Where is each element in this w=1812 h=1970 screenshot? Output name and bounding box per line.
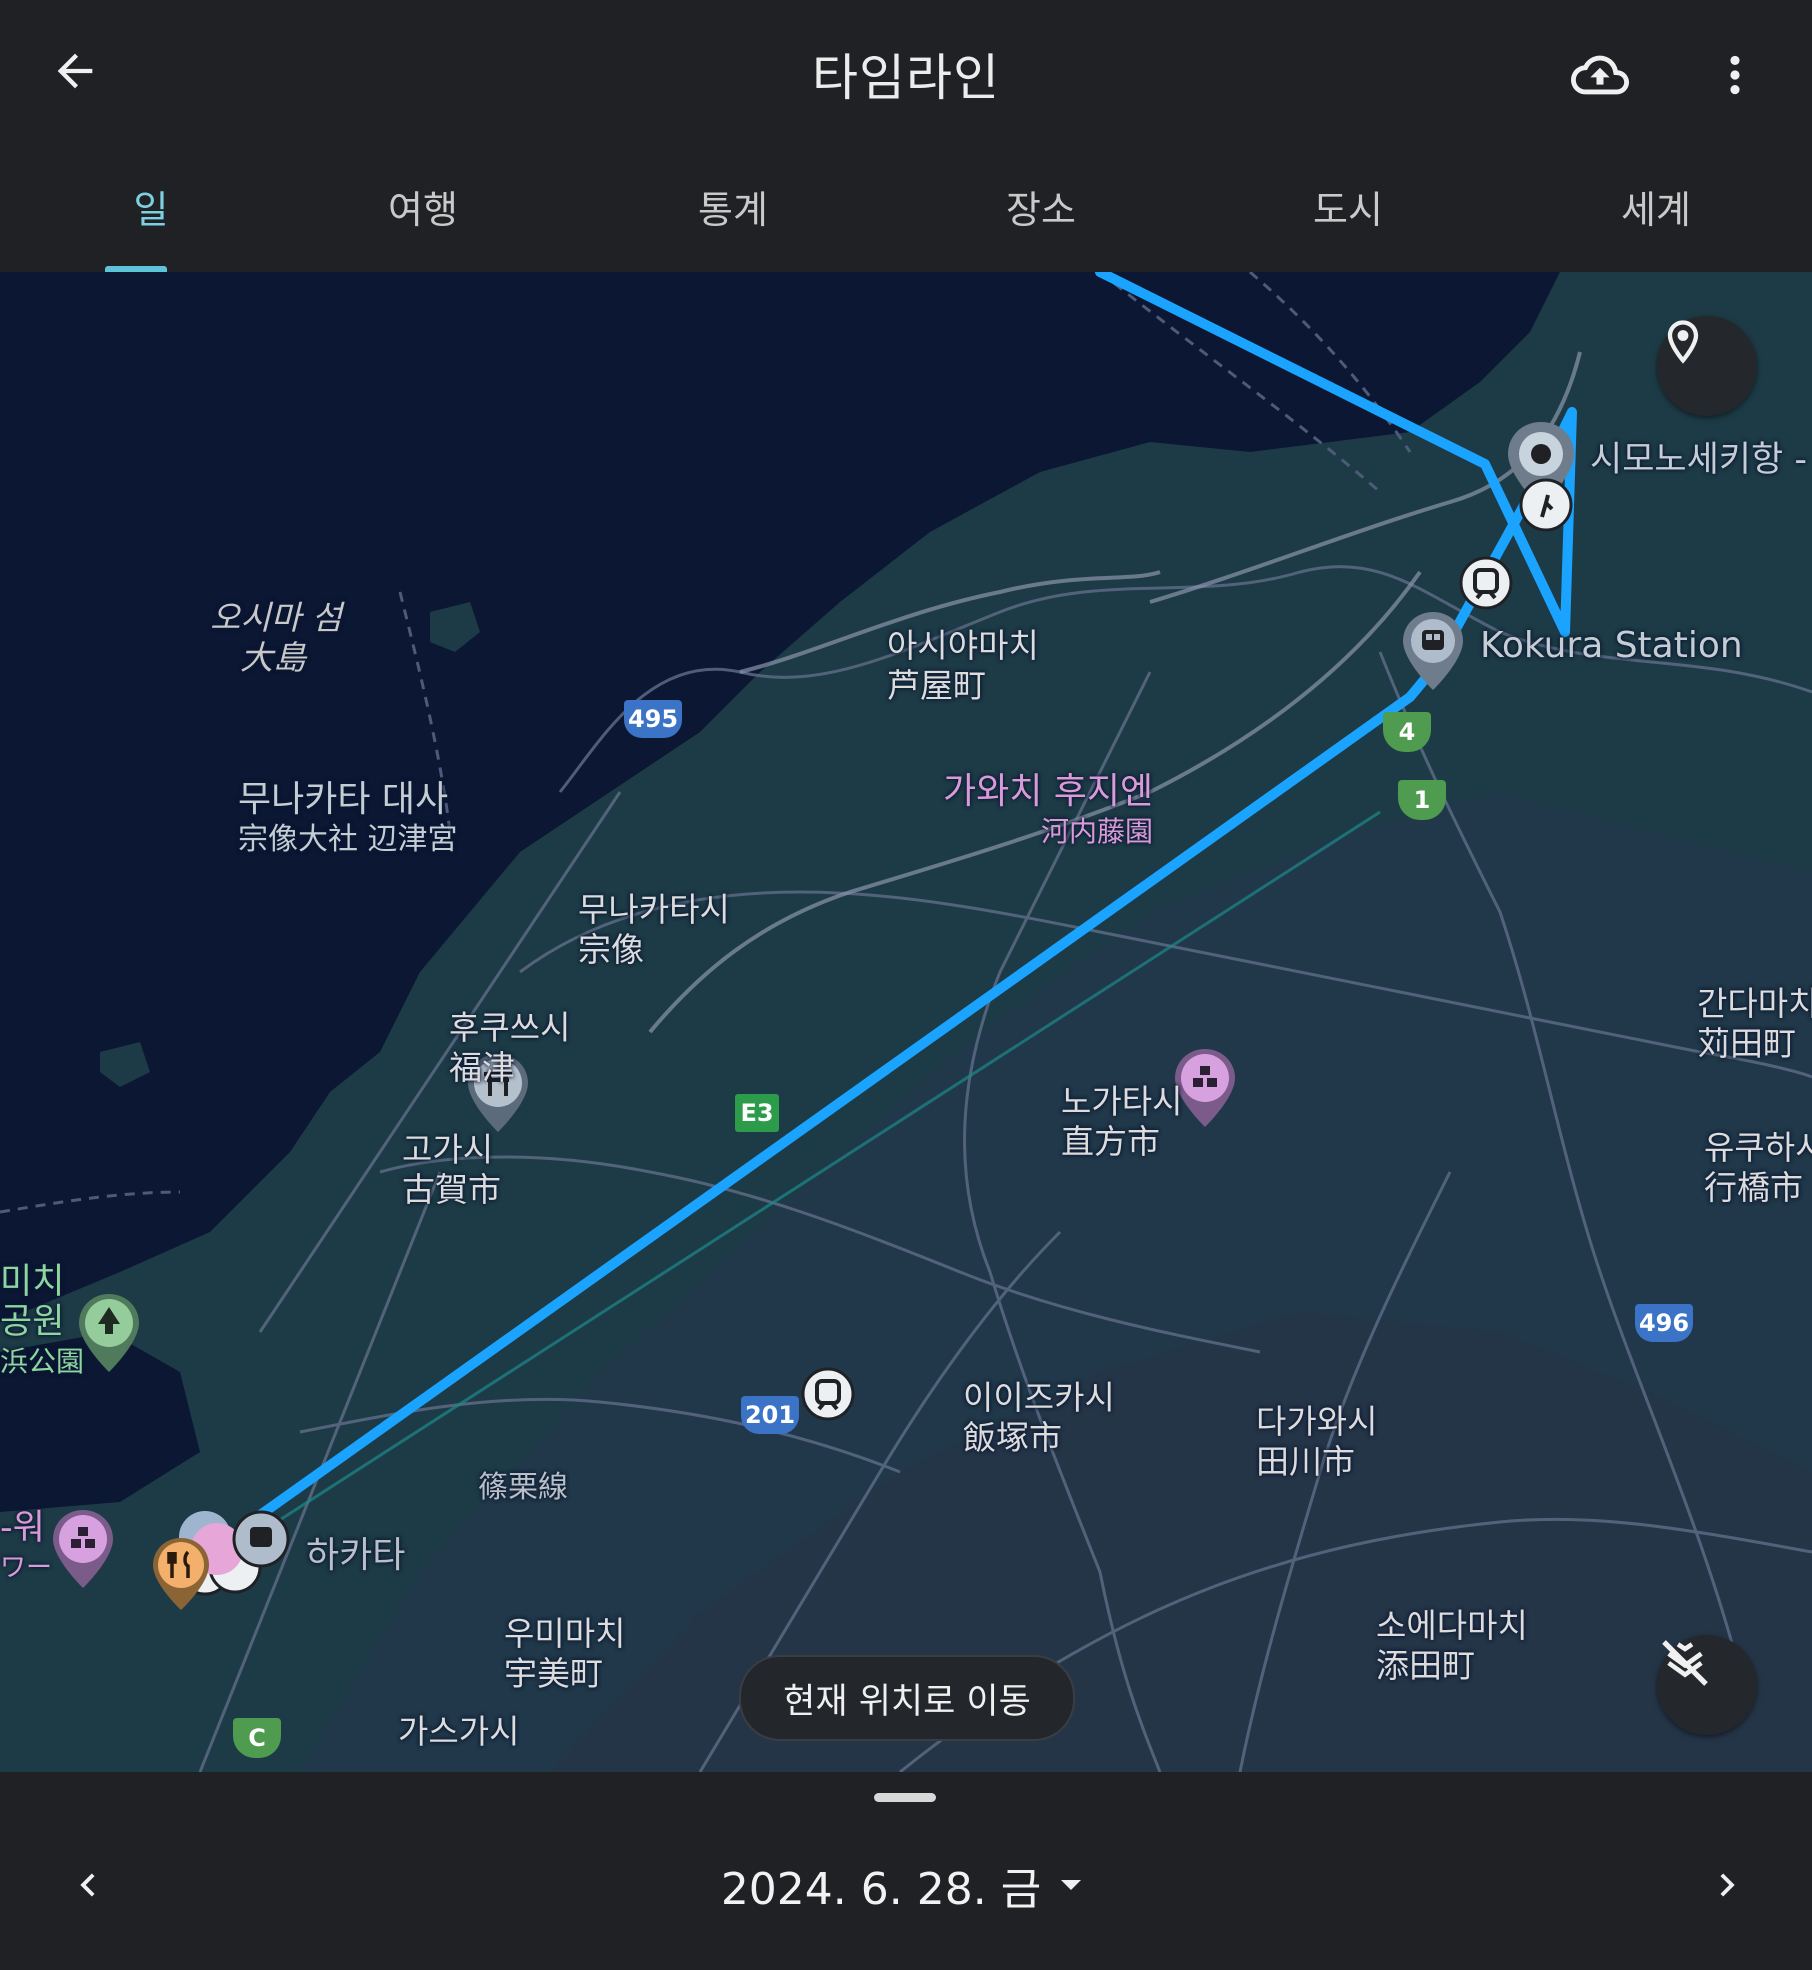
station-pin-icon[interactable] (1400, 610, 1466, 692)
caret-down-icon (1061, 1880, 1082, 1890)
label-tower: -워 ワー (0, 1508, 53, 1583)
label-koga: 고가시 古賀市 (402, 1130, 501, 1209)
location-pin-icon (1667, 320, 1699, 364)
route-shield-495: 495 (624, 700, 682, 738)
tab-places[interactable]: 장소 (890, 140, 1192, 272)
label-ashiya: 아시야마치 芦屋町 (887, 626, 1039, 705)
label-nogata: 노가타시 直方市 (1061, 1082, 1183, 1161)
cloud-upload-icon (1571, 55, 1629, 95)
island-small (100, 1042, 150, 1087)
park-pin-icon[interactable] (76, 1292, 142, 1374)
label-yukuhashi: 유쿠하시 行橋市 (1704, 1128, 1812, 1207)
label-iizuka: 이이즈카시 飯塚市 (963, 1378, 1115, 1457)
label-umi: 우미마치 宇美町 (504, 1614, 626, 1693)
label-park: 미치 공원 浜公園 (0, 1262, 85, 1378)
more-options-button[interactable] (1700, 40, 1770, 110)
page-title: 타임라인 (812, 49, 1000, 107)
map-view[interactable]: 495 496 201 E3 4 1 C 시모노세키항 - Kokura Sta… (0, 272, 1812, 1772)
tab-day[interactable]: 일 (0, 140, 302, 272)
tab-bar: 일 여행 통계 장소 도시 세계 (0, 140, 1812, 272)
label-sasaguri-line: 篠栗線 (478, 1470, 568, 1505)
route-shield-4: 4 (1383, 712, 1431, 752)
go-to-current-location-button[interactable]: 현재 위치로 이동 (739, 1655, 1075, 1741)
expressway-shield-e3: E3 (735, 1094, 779, 1132)
train-marker-icon[interactable] (800, 1366, 856, 1422)
label-oshima: 오시마 섬 大島 (210, 598, 342, 677)
route-off-icon (1662, 1640, 1708, 1686)
label-fukutsu: 후쿠쓰시 福津 (449, 1008, 571, 1087)
app-bar: 타임라인 (0, 0, 1812, 140)
route-shield-201: 201 (741, 1396, 799, 1434)
walking-marker-icon[interactable] (1518, 477, 1574, 533)
label-kawachi-fujien: 가와치 후지엔 河内藤園 (943, 771, 1154, 849)
label-soeda: 소에다마치 添田町 (1376, 1606, 1528, 1685)
label-kasuga: 가스가시 (398, 1712, 520, 1751)
label-munakata: 무나카타시 宗像 (578, 890, 730, 969)
tab-world[interactable]: 세계 (1505, 140, 1807, 272)
location-pin-button[interactable] (1657, 316, 1757, 416)
island-oshima (430, 602, 480, 652)
next-day-button[interactable] (1694, 1852, 1760, 1918)
label-kokura-station: Kokura Station (1480, 625, 1743, 666)
label-hakata: 하카타 (306, 1535, 406, 1576)
label-shimonoseki: 시모노세키항 - (1590, 440, 1807, 480)
sheet-drag-handle[interactable] (874, 1793, 936, 1802)
route-shield-496: 496 (1635, 1304, 1693, 1342)
more-vert-icon (1730, 55, 1740, 95)
hide-route-button[interactable] (1657, 1635, 1757, 1735)
tab-stats[interactable]: 통계 (582, 140, 884, 272)
route-shield-1: 1 (1398, 780, 1446, 820)
label-kanda: 간다마치 苅田町 (1697, 984, 1812, 1063)
tab-cities[interactable]: 도시 (1197, 140, 1499, 272)
tower-pin-icon[interactable] (50, 1508, 116, 1590)
current-date: 2024. 6. 28. 금 (720, 1864, 1042, 1915)
date-selector[interactable]: 2024. 6. 28. 금 (0, 1855, 1812, 1915)
label-tagawa: 다가와시 田川市 (1256, 1402, 1378, 1481)
train-marker-icon[interactable] (1458, 555, 1514, 611)
tab-trips[interactable]: 여행 (272, 140, 574, 272)
backup-button[interactable] (1565, 40, 1635, 110)
chevron-right-icon (1720, 1873, 1735, 1897)
route-shield-c: C (233, 1718, 281, 1758)
restaurant-pin-icon[interactable] (150, 1536, 212, 1612)
label-munakata-taisha: 무나카타 대사 宗像大社 辺津宮 (238, 779, 458, 858)
